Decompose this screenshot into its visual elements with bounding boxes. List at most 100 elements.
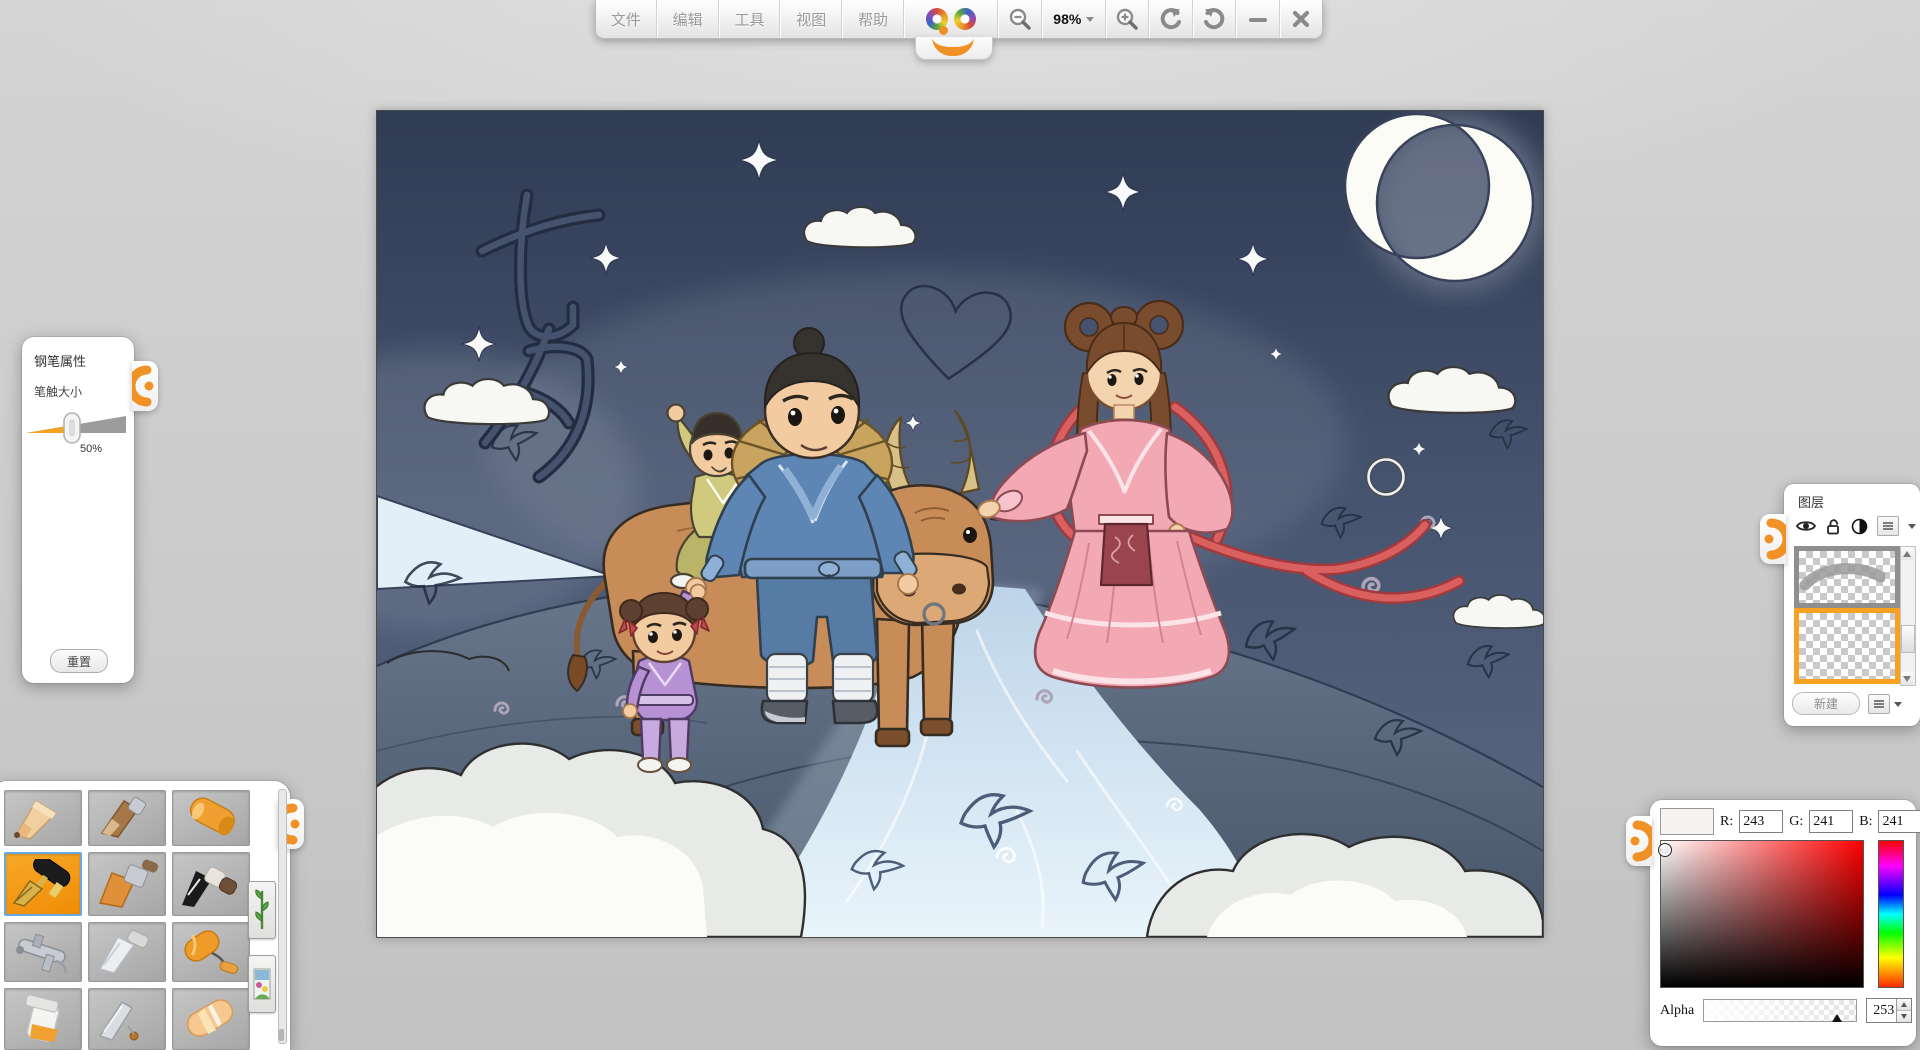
close-icon: [1293, 10, 1310, 28]
alpha-label: Alpha: [1660, 1002, 1695, 1018]
new-layer-button[interactable]: 新建: [1792, 692, 1860, 715]
layers-bottom-menu: [1868, 694, 1902, 714]
layers-panel: 图层 新建: [1760, 484, 1920, 726]
current-color-swatch: [1660, 808, 1714, 835]
tool-ink-brush[interactable]: [172, 852, 250, 916]
alpha-spinner: 253: [1866, 998, 1913, 1023]
handle-icon: [1764, 518, 1786, 560]
panel-handle[interactable]: [132, 361, 158, 411]
layer-sketch-thumbnail[interactable]: [1794, 546, 1900, 608]
pen-panel-title: 钢笔属性: [34, 354, 87, 369]
logo-smile-icon: [931, 37, 974, 56]
r-label: R:: [1720, 813, 1734, 829]
layer-sketch-preview: [1799, 563, 1887, 591]
painting: [237, 111, 1546, 939]
logo-nose-icon: [938, 26, 948, 35]
flat-brush-icon: [98, 859, 159, 908]
alpha-slider[interactable]: [1703, 999, 1858, 1022]
redo-button[interactable]: [1192, 0, 1237, 38]
tools-grid: [4, 790, 250, 1050]
tool-fountain-pen[interactable]: [4, 852, 82, 916]
paint-roller-icon: [184, 930, 239, 974]
tool-eraser[interactable]: [172, 988, 250, 1050]
minimize-button[interactable]: [1236, 0, 1280, 38]
app-window: 文件 编辑 工具 视图 帮助 98% 钢笔属性 笔触大小 50% 重置 图层 新…: [0, 0, 1920, 1050]
brush-size-value: 50%: [80, 443, 103, 455]
pen-properties-panel: 钢笔属性 笔触大小 50% 重置: [22, 337, 158, 683]
menu-edit[interactable]: 编辑: [656, 0, 719, 38]
blade-knife-icon: [98, 1000, 139, 1041]
logo-tab: [914, 37, 993, 60]
undo-button[interactable]: [1149, 0, 1193, 38]
reset-button[interactable]: 重置: [50, 649, 108, 673]
tool-flat-brush[interactable]: [88, 852, 166, 916]
hue-bar[interactable]: [1878, 840, 1904, 988]
layers-title: 图层: [1798, 495, 1825, 510]
layers-scrollbar[interactable]: [1900, 546, 1916, 686]
spinner-down-button[interactable]: [1897, 1011, 1912, 1022]
r-field[interactable]: [1739, 810, 1784, 833]
spinner-up-button[interactable]: [1897, 999, 1912, 1011]
color-handle[interactable]: [1626, 816, 1652, 866]
picture-icon: [253, 968, 271, 1000]
handle-icon: [132, 365, 154, 407]
palette-knife-icon: [98, 930, 149, 974]
close-button[interactable]: [1279, 0, 1322, 38]
scroll-thumb[interactable]: [1901, 625, 1915, 653]
layer-paint-thumbnail-selected[interactable]: [1794, 608, 1900, 684]
color-picker-panel: R: G: B: Alpha 253: [1626, 800, 1920, 1046]
tool-airbrush[interactable]: [4, 922, 82, 982]
layers-handle[interactable]: [1760, 514, 1786, 564]
scroll-up-icon[interactable]: [1901, 547, 1913, 560]
logo-eye-icon: [949, 3, 981, 35]
paint-jar-icon: [25, 994, 60, 1043]
tool-wood-pencil[interactable]: [88, 790, 166, 846]
tool-crayon[interactable]: [172, 790, 250, 846]
chevron-down-icon: [1086, 16, 1095, 22]
zoom-out-icon: [1010, 8, 1031, 30]
bamboo-stamp-button[interactable]: [248, 881, 276, 939]
g-label: G:: [1789, 813, 1804, 829]
b-field[interactable]: [1878, 810, 1920, 833]
brush-size-slider[interactable]: [26, 411, 130, 445]
unlock-icon[interactable]: [1825, 518, 1842, 535]
g-field[interactable]: [1809, 810, 1854, 833]
brush-size-label: 笔触大小: [34, 385, 83, 399]
menu-tools[interactable]: 工具: [718, 0, 781, 38]
scroll-down-icon[interactable]: [1901, 672, 1913, 685]
alpha-value[interactable]: 253: [1867, 999, 1896, 1022]
pencil-icon: [14, 799, 58, 840]
palette-side-buttons: [248, 881, 276, 1013]
menu-view[interactable]: 视图: [780, 0, 843, 38]
tool-paint-roller[interactable]: [172, 922, 250, 982]
zoom-in-icon: [1117, 8, 1139, 30]
menu-help[interactable]: 帮助: [842, 0, 904, 38]
app-logo[interactable]: [903, 0, 999, 60]
chevron-down-icon[interactable]: [1908, 523, 1916, 529]
zoom-level-dropdown[interactable]: 98%: [1041, 0, 1106, 38]
main-toolbar: 文件 编辑 工具 视图 帮助 98%: [595, 0, 1323, 60]
tool-palette-knife[interactable]: [88, 922, 166, 982]
tool-blade-knife[interactable]: [88, 988, 166, 1050]
layers-toolbar: [1796, 516, 1916, 536]
menu-file[interactable]: 文件: [596, 0, 657, 38]
tool-paint-jar[interactable]: [4, 988, 82, 1050]
chevron-down-icon[interactable]: [1894, 701, 1902, 707]
saturation-value-box[interactable]: [1658, 840, 1864, 988]
zoom-out-button[interactable]: [998, 0, 1042, 38]
opacity-icon[interactable]: [1851, 518, 1868, 535]
palette-scrollbar[interactable]: [278, 789, 287, 1044]
ink-brush-icon: [182, 866, 238, 907]
airbrush-icon: [16, 933, 68, 974]
picture-stamp-button[interactable]: [248, 955, 276, 1013]
b-label: B:: [1859, 813, 1873, 829]
sv-marker[interactable]: [1658, 843, 1672, 857]
eye-icon[interactable]: [1796, 519, 1816, 533]
layer-options-button[interactable]: [1868, 694, 1890, 714]
alpha-marker[interactable]: [1832, 1014, 1843, 1022]
drawing-canvas[interactable]: [237, 110, 1546, 939]
undo-icon: [1160, 8, 1181, 30]
layer-menu-button[interactable]: [1877, 516, 1899, 536]
tool-pencil[interactable]: [4, 790, 82, 846]
zoom-in-button[interactable]: [1105, 0, 1150, 38]
